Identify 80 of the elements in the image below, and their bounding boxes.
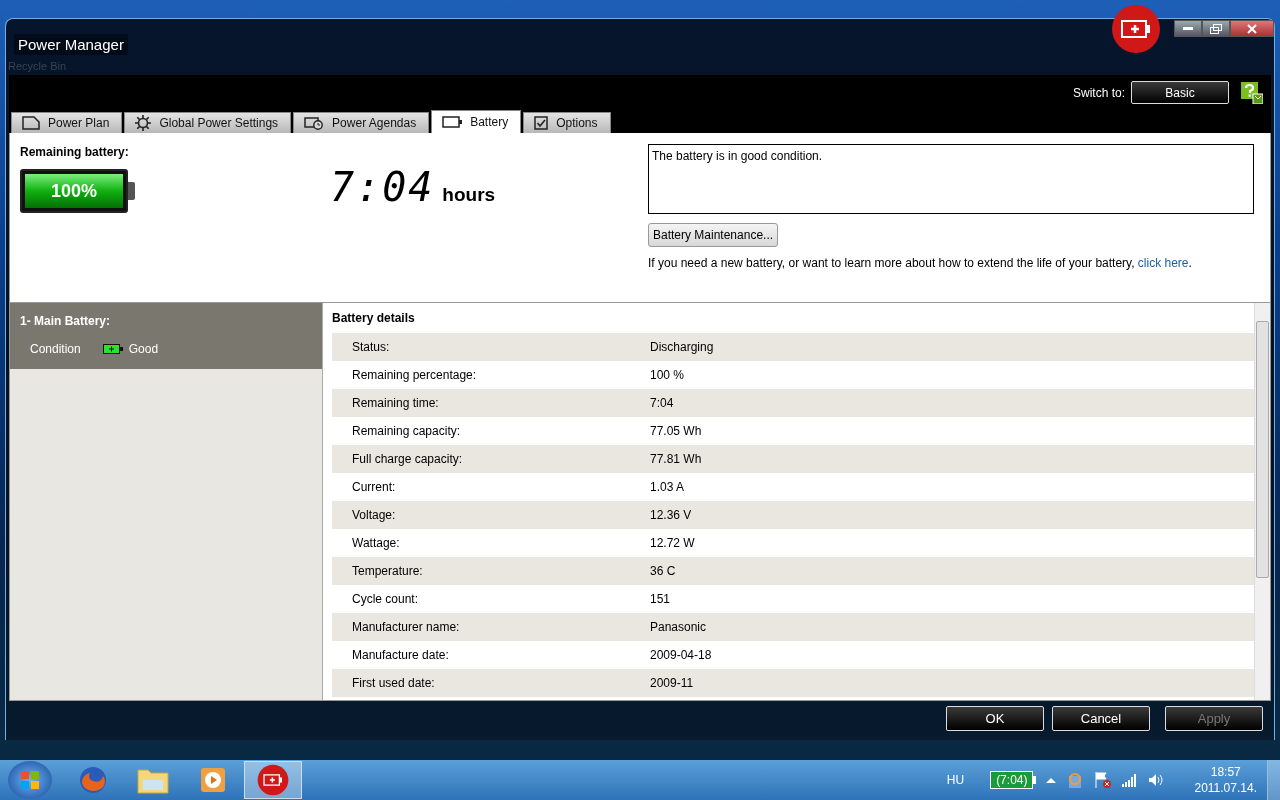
remaining-battery-label: Remaining battery:	[20, 145, 130, 159]
battery-indicator[interactable]: (7:04)	[990, 771, 1037, 789]
tab[interactable]: Power Plan	[11, 112, 123, 133]
detail-value: 1.03 A	[650, 480, 685, 494]
start-button[interactable]	[8, 761, 52, 799]
battery-badge-icon	[1111, 4, 1161, 54]
checkbox-icon	[534, 116, 549, 130]
dialog-button[interactable]: Cancel	[1052, 706, 1150, 731]
detail-label: Remaining percentage:	[351, 368, 478, 382]
windows-logo-icon	[20, 770, 40, 790]
detail-label: Manufacturer name:	[351, 620, 461, 634]
maximize-button[interactable]	[1202, 20, 1230, 37]
clock[interactable]: 18:57 2011.07.14.	[1194, 764, 1257, 796]
tab[interactable]: Power Agendas	[293, 112, 430, 133]
detail-value: 77.81 Wh	[650, 452, 702, 466]
detail-value: 12.72 W	[650, 536, 695, 550]
tab[interactable]: Battery	[431, 110, 522, 133]
battery-terminal	[128, 182, 135, 200]
close-icon	[1247, 23, 1257, 34]
speaker-icon[interactable]	[1148, 772, 1165, 788]
basic-button[interactable]: Basic	[1131, 81, 1229, 104]
scrollbar[interactable]	[1254, 303, 1270, 700]
condition-label: Condition	[30, 342, 81, 356]
battery-name: 1- Main Battery:	[20, 314, 111, 328]
detail-label: Remaining time:	[351, 396, 440, 410]
minimize-icon	[1183, 26, 1193, 31]
battery-good-icon	[102, 344, 123, 354]
condition-value: Good	[128, 342, 159, 356]
time-unit: hours	[442, 184, 496, 206]
scrollbar-thumb[interactable]	[1256, 321, 1269, 578]
globe-fox-icon	[78, 765, 108, 795]
language-indicator[interactable]: HU	[946, 773, 965, 787]
tab[interactable]: Options	[523, 112, 611, 133]
battery-clock-icon	[304, 116, 325, 130]
detail-label: Cycle count:	[351, 592, 420, 606]
detail-value: 151	[650, 592, 671, 606]
battery-badge-icon	[257, 764, 289, 796]
detail-label: Manufacture date:	[351, 648, 450, 662]
detail-label: First used date:	[351, 676, 436, 690]
switch-to-label: Switch to:	[1072, 85, 1125, 100]
details-heading: Battery details	[332, 310, 416, 327]
folder-icon	[137, 766, 169, 794]
detail-value: 2009-04-18	[650, 648, 712, 662]
hint-text: If you need a new battery, or want to learn more about how to extend the life of your battery, click here.	[648, 256, 1192, 270]
detail-label: Current:	[351, 480, 397, 494]
gear-icon	[135, 115, 152, 131]
detail-label: Wattage:	[351, 536, 401, 550]
detail-value: Panasonic	[650, 620, 707, 634]
detail-label: Voltage:	[351, 508, 397, 522]
flag-error-icon[interactable]	[1094, 771, 1113, 789]
detail-label: Remaining capacity:	[351, 424, 462, 438]
close-button[interactable]	[1230, 20, 1274, 37]
window-title: Power Manager	[14, 34, 128, 55]
minimize-button[interactable]	[1174, 20, 1202, 37]
detail-value: 36 C	[650, 564, 676, 578]
play-icon	[199, 766, 227, 794]
up-arrow-icon[interactable]	[1046, 777, 1057, 783]
battery-list-item[interactable]: 1- Main Battery: Condition Good	[10, 303, 322, 369]
message-box: The battery is in good condition.	[648, 144, 1254, 214]
dialog-button[interactable]: OK	[946, 706, 1044, 731]
restore-icon	[1210, 23, 1222, 34]
detail-label: Status:	[351, 340, 391, 354]
signal-bars-icon[interactable]	[1122, 773, 1139, 787]
click-here-link[interactable]: click here	[1137, 256, 1189, 270]
remaining-time: 7:04	[330, 164, 435, 210]
detail-value: 7:04	[650, 396, 674, 410]
detail-value: 100 %	[650, 368, 685, 382]
detail-value: 12.36 V	[650, 508, 692, 522]
detail-value: 77.05 Wh	[650, 424, 702, 438]
detail-value: Discharging	[650, 340, 714, 354]
detail-label: Full charge capacity:	[351, 452, 464, 466]
detail-value: 2009-11	[650, 676, 694, 690]
tab[interactable]: Global Power Settings	[124, 112, 292, 133]
document-icon	[22, 116, 40, 130]
help-icon[interactable]	[1241, 81, 1263, 104]
detail-label: Temperature:	[351, 564, 424, 578]
battery-percent: 100%	[49, 179, 98, 203]
taskbar-app[interactable]	[244, 761, 302, 799]
battery-icon	[442, 116, 463, 128]
battery-maintenance-button[interactable]: Battery Maintenance...	[648, 223, 779, 247]
